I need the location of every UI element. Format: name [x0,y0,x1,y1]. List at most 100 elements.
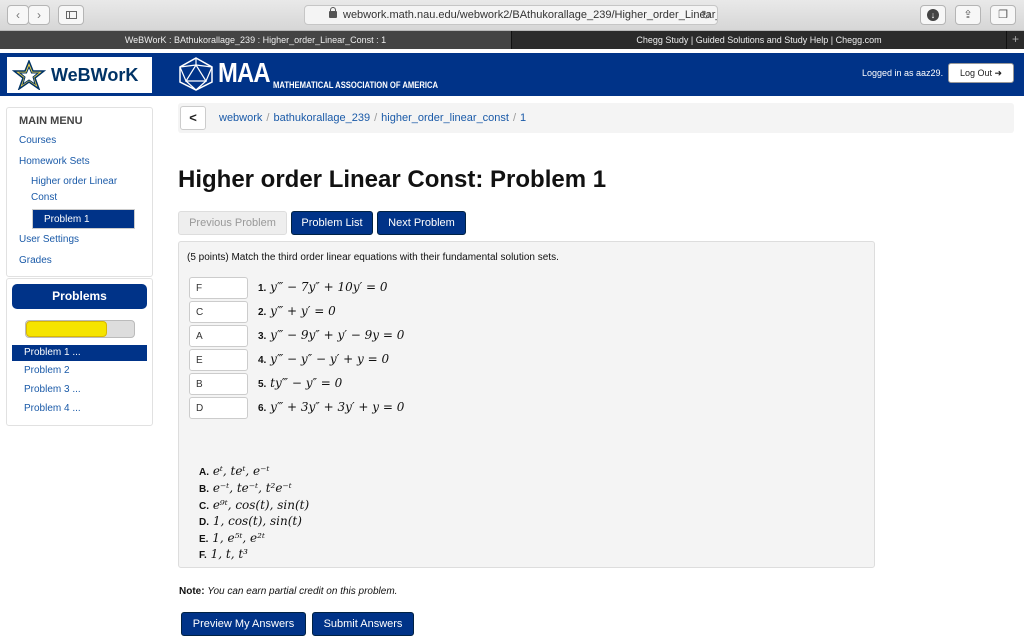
note-label: Note: [179,586,205,597]
option-expression: e⁹ᵗ, cos(t), sin(t) [212,498,310,512]
progress-fill [26,321,107,337]
answer-field-2[interactable] [189,301,248,323]
breadcrumb-set[interactable]: higher_order_linear_const [381,112,509,124]
page-title: Higher order Linear Const: Problem 1 [178,166,607,193]
lock-icon [329,7,337,18]
problem-link-3[interactable]: Problem 3 ... [24,384,81,395]
note-text: You can earn partial credit on this prob… [207,586,398,597]
breadcrumb-separator: / [266,112,270,124]
option-expression: 1, t, t³ [210,547,248,561]
answer-field-4[interactable] [189,349,248,371]
previous-problem-button[interactable]: Previous Problem [178,211,287,235]
equation-2: 2. y‴ + y′ = 0 [258,304,336,318]
answer-field-6[interactable] [189,397,248,419]
sidebar-item-homework-sets[interactable]: Homework Sets [19,156,90,167]
breadcrumb-separator: / [512,112,517,124]
equation-expression: y‴ + y′ = 0 [270,304,336,318]
option-expression: eᵗ, teᵗ, e⁻ᵗ [212,464,270,478]
webwork-logo-text: WeBWorK [51,65,139,85]
logged-in-text: Logged in as aaz29. [862,68,944,78]
forward-arrow-icon[interactable]: › [28,5,50,25]
tabs-icon: ❐ [998,9,1008,21]
equation-number: 3. [258,331,267,342]
main-menu-heading: MAIN MENU [19,115,83,127]
download-button[interactable]: ↓ [920,5,946,25]
url-text: webwork.math.nau.edu/webwork2/BAthukoral… [343,9,718,21]
tab-chegg[interactable]: Chegg Study | Guided Solutions and Study… [512,31,1006,49]
new-tab-button[interactable]: + [1006,31,1024,49]
webwork-logo[interactable]: WeBWorK [7,57,152,93]
option-expression: 1, e⁵ᵗ, e²ᵗ [212,531,265,545]
reload-icon[interactable]: ↻ [701,6,711,24]
problem-link-2[interactable]: Problem 2 [24,365,70,376]
option-letter: E. [199,534,209,545]
option-letter: F. [199,550,207,561]
next-problem-button[interactable]: Next Problem [377,211,466,235]
option-e: E. 1, e⁵ᵗ, e²ᵗ [199,531,265,545]
answer-field-1[interactable] [189,277,248,299]
breadcrumb-separator: / [374,112,378,124]
address-bar[interactable]: webwork.math.nau.edu/webwork2/BAthukoral… [304,5,718,25]
problem-link-1[interactable]: Problem 1 ... [12,345,147,361]
tab-webwork[interactable]: WeBWorK : BAthukorallage_239 : Higher_or… [0,31,512,49]
sidebar-item-problem-1[interactable]: Problem 1 [32,209,135,229]
breadcrumb-webwork[interactable]: webwork [219,112,262,124]
equation-3: 3. y‴ − 9y″ + y′ − 9y = 0 [258,328,404,342]
browser-titlebar: ‹ › webwork.math.nau.edu/webwork2/BAthuk… [0,0,1024,31]
submit-answers-button[interactable]: Submit Answers [312,612,414,636]
breadcrumb-course[interactable]: bathukorallage_239 [273,112,370,124]
equation-expression: ty‴ − y″ = 0 [270,376,343,390]
breadcrumb-problem[interactable]: 1 [520,112,526,124]
equation-1: 1. y‴ − 7y″ + 10y′ = 0 [258,280,388,294]
option-b: B. e⁻ᵗ, te⁻ᵗ, t²e⁻ᵗ [199,481,292,495]
problems-button[interactable]: Problems [12,284,147,309]
problem-list-button[interactable]: Problem List [291,211,373,235]
equation-number: 2. [258,307,267,318]
problem-prompt: (5 points) Match the third order linear … [187,252,559,263]
equation-6: 6. y‴ + 3y″ + 3y′ + y = 0 [258,400,404,414]
breadcrumb-trail: webwork / bathukorallage_239/higher_order_… [219,112,526,124]
tabs-overview-button[interactable]: ❐ [990,5,1016,25]
answer-field-5[interactable] [189,373,248,395]
star-logo-icon [12,60,46,90]
problem-body: (5 points) Match the third order linear … [178,241,875,568]
equation-4: 4. y‴ − y″ − y′ + y = 0 [258,352,389,366]
equation-expression: y‴ − 9y″ + y′ − 9y = 0 [270,328,405,342]
site-header: WeBWorK MAA MATHEMATICAL ASSOCIATION OF … [0,53,1024,96]
problem-link-4[interactable]: Problem 4 ... [24,403,81,414]
equation-expression: y‴ − y″ − y′ + y = 0 [270,352,390,366]
breadcrumb: < webwork / bathukorallage_239/higher_orde… [178,103,1014,133]
maa-icosahedron-icon [179,57,213,91]
maa-logo-text: MAA [218,57,270,88]
main-menu: MAIN MENU Courses Homework Sets Higher o… [6,107,153,277]
sidebar-item-grades[interactable]: Grades [19,255,52,266]
share-icon: ⇪ [963,9,973,21]
partial-credit-note: Note: You can earn partial credit on thi… [179,586,397,597]
option-expression: e⁻ᵗ, te⁻ᵗ, t²e⁻ᵗ [212,481,292,495]
option-letter: C. [199,501,209,512]
progress-bar [25,320,135,338]
option-letter: D. [199,517,209,528]
option-letter: A. [199,467,209,478]
maa-full-name: MATHEMATICAL ASSOCIATION OF AMERICA [273,80,439,90]
logout-button[interactable]: Log Out ➜ [948,63,1014,83]
share-button[interactable]: ⇪ [955,5,981,25]
equation-expression: y‴ − 7y″ + 10y′ = 0 [270,280,388,294]
sidebar-item-courses[interactable]: Courses [19,135,56,146]
equation-number: 1. [258,283,267,294]
tab-bar: WeBWorK : BAthukorallage_239 : Higher_or… [0,31,1024,49]
download-icon: ↓ [927,9,939,22]
sidebar-toggle-icon[interactable] [58,5,84,25]
option-d: D. 1, cos(t), sin(t) [199,514,302,528]
preview-answers-button[interactable]: Preview My Answers [181,612,306,636]
sidebar-item-set[interactable]: Higher order Linear Const [31,174,131,206]
answer-field-3[interactable] [189,325,248,347]
option-expression: 1, cos(t), sin(t) [212,514,302,528]
equation-number: 6. [258,403,267,414]
sidebar-item-user-settings[interactable]: User Settings [19,234,79,245]
equation-number: 5. [258,379,267,390]
equation-number: 4. [258,355,267,366]
option-letter: B. [199,484,209,495]
breadcrumb-back-button[interactable]: < [180,106,206,130]
back-arrow-icon[interactable]: ‹ [7,5,29,25]
